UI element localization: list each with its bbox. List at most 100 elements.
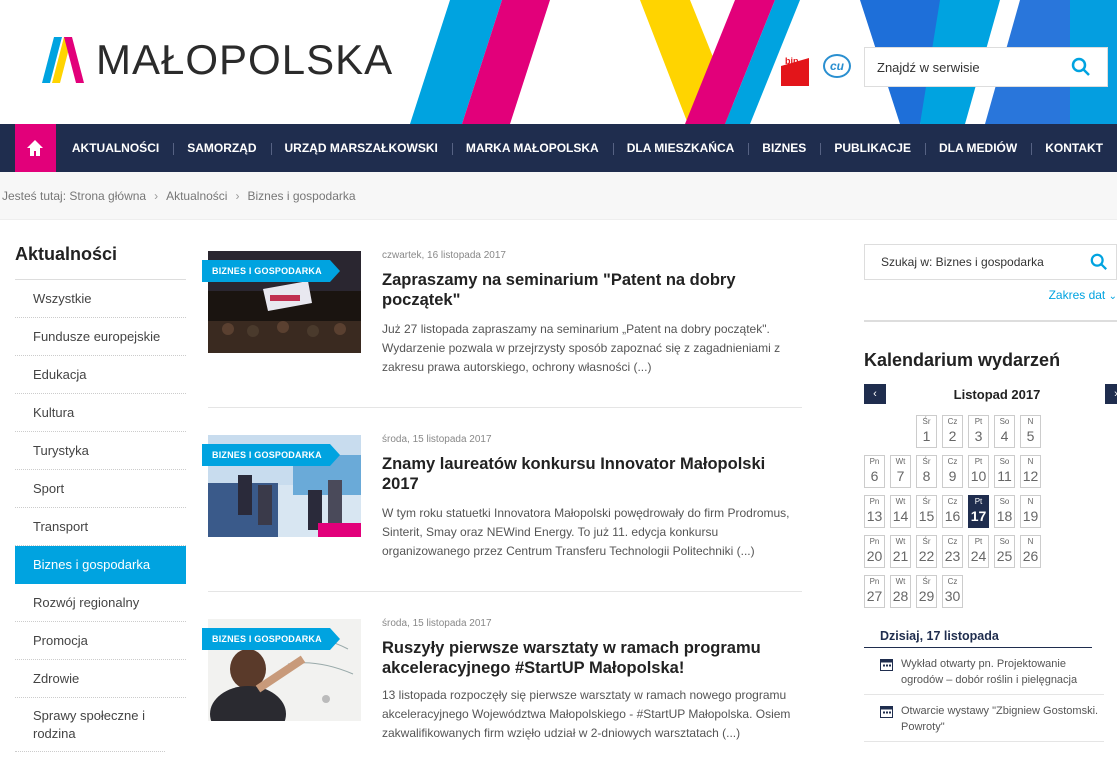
site-logo[interactable]: MAŁOPOLSKA	[42, 36, 393, 84]
nav-item-biznes[interactable]: BIZNES	[748, 141, 820, 155]
calendar-day[interactable]: Śr 1	[916, 415, 937, 448]
article-title[interactable]: Ruszyły pierwsze warsztaty w ramach prog…	[382, 638, 792, 678]
category-sidebar: Aktualności Wszystkie Fundusze europejsk…	[15, 244, 186, 752]
calendar-day[interactable]: Pn 20	[864, 535, 885, 568]
chevron-right-icon: ›	[235, 188, 240, 203]
calendar-day[interactable]: So 25	[994, 535, 1015, 568]
calendar-day[interactable]: Śr 22	[916, 535, 937, 568]
calendar-day[interactable]: N 26	[1020, 535, 1041, 568]
sidebar-item-kultura[interactable]: Kultura	[15, 394, 186, 432]
section-search[interactable]: Szukaj w: Biznes i gospodarka	[864, 244, 1117, 280]
calendar-day[interactable]: So 4	[994, 415, 1015, 448]
calendar-day[interactable]: N5	[1020, 415, 1041, 448]
calendar-day[interactable]: Pt 3	[968, 415, 989, 448]
nav-item-samorzad[interactable]: SAMORZĄD	[173, 141, 270, 155]
calendar-day[interactable]: Śr 8	[916, 455, 937, 488]
calendar-weekday: Cz	[947, 497, 958, 506]
event-item[interactable]: Wykład otwarty pn. Projektowanie ogrodów…	[864, 648, 1104, 695]
calendar-day[interactable]: Wt 14	[890, 495, 911, 528]
nav-item-kontakt[interactable]: KONTAKT	[1031, 141, 1117, 155]
calendar-title: Kalendarium wydarzeń	[864, 350, 1061, 370]
calendar-date: 27	[866, 588, 883, 604]
sidebar-item-zdrowie[interactable]: Zdrowie	[15, 660, 186, 698]
calendar-day[interactable]: Cz 16	[942, 495, 963, 528]
sidebar-item-edukacja[interactable]: Edukacja	[15, 356, 186, 394]
calendar-date: 9	[948, 468, 957, 484]
sidebar-item-promocja[interactable]: Promocja	[15, 622, 186, 660]
calendar-day[interactable]: So 18	[994, 495, 1015, 528]
calendar-date: 25	[996, 548, 1013, 564]
category-tag[interactable]: BIZNES I GOSPODARKA	[202, 444, 340, 466]
search-input[interactable]	[877, 59, 1067, 75]
sidebar-item-turystyka[interactable]: Turystyka	[15, 432, 186, 470]
calendar-day[interactable]: N 19	[1020, 495, 1041, 528]
calendar-day[interactable]: Pt 24	[968, 535, 989, 568]
calendar-weekday: N	[1027, 537, 1034, 546]
breadcrumb-item[interactable]: Aktualności	[166, 189, 227, 203]
calendar-weekday: N	[1027, 497, 1034, 506]
article-title[interactable]: Znamy laureatów konkursu Innovator Małop…	[382, 454, 792, 494]
calendar-day[interactable]: Pt 10	[968, 455, 989, 488]
calendar-weekday: Śr	[922, 577, 931, 586]
calendar-weekday: Wt	[895, 497, 906, 506]
calendar-day[interactable]: Pn 27	[864, 575, 885, 608]
calendar-day[interactable]: So 11	[994, 455, 1015, 488]
calendar-day[interactable]: Pn 6	[864, 455, 885, 488]
cu-icon[interactable]: cu	[823, 54, 851, 78]
calendar-day[interactable]: Wt 21	[890, 535, 911, 568]
calendar-weekday: So	[999, 457, 1010, 466]
breadcrumb: Jesteś tutaj: Strona główna › Aktualnośc…	[0, 172, 1117, 220]
nav-item-mieszkanca[interactable]: DLA MIESZKAŃCA	[612, 141, 749, 155]
sidebar-item-sport[interactable]: Sport	[15, 470, 186, 508]
sidebar-item-biznes[interactable]: Biznes i gospodarka	[15, 546, 186, 584]
nav-item-publikacje[interactable]: PUBLIKACJE	[820, 141, 925, 155]
calendar-weekday: Pt	[974, 497, 983, 506]
search-icon[interactable]	[1071, 57, 1091, 77]
calendar-day[interactable]: Śr 29	[916, 575, 937, 608]
calendar-date: 29	[918, 588, 935, 604]
nav-item-media[interactable]: DLA MEDIÓW	[925, 141, 1031, 155]
sidebar-title: Aktualności	[15, 244, 186, 280]
calendar-date: 23	[944, 548, 961, 564]
calendar-day[interactable]: Cz 30	[942, 575, 963, 608]
chevron-down-icon: ⌄	[1108, 291, 1117, 302]
calendar-day[interactable]: Wt 28	[890, 575, 911, 608]
site-search[interactable]	[864, 47, 1108, 87]
sidebar-item-transport[interactable]: Transport	[15, 508, 186, 546]
sidebar-item-sprawy[interactable]: Sprawy społeczne i rodzina	[15, 698, 165, 752]
calendar-day[interactable]: Pn 13	[864, 495, 885, 528]
calendar-weekday: Pn	[869, 577, 880, 586]
date-range-toggle[interactable]: Zakres dat ⌄	[864, 288, 1117, 302]
calendar-weekday: Pt	[974, 537, 983, 546]
calendar-day[interactable]: N 12	[1020, 455, 1041, 488]
bip-icon[interactable]: bip	[779, 52, 811, 86]
calendar-day[interactable]: Cz 23	[942, 535, 963, 568]
calendar-day[interactable]: Wt 7	[890, 455, 911, 488]
calendar-day[interactable]: Cz 2	[942, 415, 963, 448]
calendar-day[interactable]: Cz 9	[942, 455, 963, 488]
breadcrumb-home[interactable]: Jesteś tutaj: Strona główna	[2, 189, 146, 203]
home-button[interactable]	[15, 124, 56, 172]
calendar-next-button[interactable]: ›	[1105, 384, 1117, 404]
event-item[interactable]: Otwarcie wystawy "Zbigniew Gostomski. Po…	[864, 695, 1104, 742]
nav-item-aktualnosci[interactable]: AKTUALNOŚCI	[56, 141, 173, 155]
category-tag[interactable]: BIZNES I GOSPODARKA	[202, 628, 340, 650]
sidebar-item-wszystkie[interactable]: Wszystkie	[15, 280, 186, 318]
nav-item-marka[interactable]: MARKA MAŁOPOLSKA	[451, 141, 613, 155]
calendar-date: 28	[892, 588, 909, 604]
calendar-weekday: Cz	[947, 457, 958, 466]
calendar-date: 16	[944, 508, 961, 524]
nav-item-urzad[interactable]: URZĄD MARSZAŁKOWSKI	[270, 141, 452, 155]
calendar-day[interactable]: Pt 17	[968, 495, 989, 528]
category-tag[interactable]: BIZNES I GOSPODARKA	[202, 260, 340, 282]
calendar-day[interactable]: Śr 15	[916, 495, 937, 528]
calendar-weekday: Wt	[895, 457, 906, 466]
article-title[interactable]: Zapraszamy na seminarium "Patent na dobr…	[382, 270, 792, 310]
calendar-weekday: So	[999, 497, 1010, 506]
search-icon[interactable]	[1090, 253, 1108, 271]
calendar-date: 20	[866, 548, 883, 564]
sidebar-item-fundusze[interactable]: Fundusze europejskie	[15, 318, 186, 356]
event-title: Otwarcie wystawy "Zbigniew Gostomski. Po…	[901, 705, 1099, 733]
calendar-weekday: N	[1027, 457, 1034, 466]
sidebar-item-rozwoj[interactable]: Rozwój regionalny	[15, 584, 186, 622]
